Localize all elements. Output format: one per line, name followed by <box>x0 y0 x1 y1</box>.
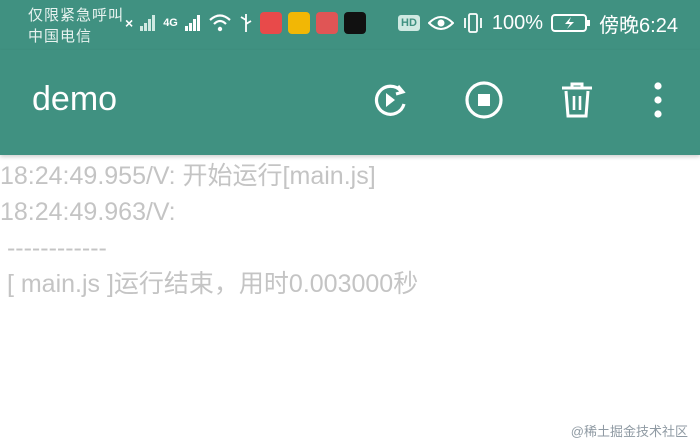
signal-icon <box>140 15 156 31</box>
delete-icon <box>562 82 592 118</box>
usb-icon <box>240 14 252 32</box>
signal-icon-2 <box>184 15 200 31</box>
battery-percent: 100% <box>491 11 544 34</box>
eye-icon <box>427 16 454 30</box>
battery-icon <box>551 14 591 32</box>
hd-icon: HD <box>398 15 420 31</box>
carrier-name: 中国电信 <box>28 28 93 45</box>
more-button[interactable] <box>636 78 680 122</box>
carrier-text: 仅限紧急呼叫 <box>28 7 125 24</box>
log-line: [ main.js ]运行结束，用时0.003000秒 <box>0 270 419 298</box>
console-log: 18:24:49.955/V: 开始运行[main.js] 18:24:49.9… <box>0 158 700 302</box>
tiktok-icon <box>343 12 366 34</box>
app-toolbar: demo <box>0 50 700 155</box>
watermark: @稀土掘金技术社区 <box>570 424 688 439</box>
rerun-button[interactable] <box>368 78 412 122</box>
stop-icon <box>465 81 503 119</box>
book-app-icon <box>315 12 338 34</box>
delete-button[interactable] <box>555 78 599 122</box>
app-icon <box>259 12 282 34</box>
app-title: demo <box>32 80 118 118</box>
weibo-icon <box>287 12 310 34</box>
log-line: ------------ <box>0 234 107 262</box>
status-bar: 仅限紧急呼叫 中国电信 × 4G HD 100% 傍晚6:24 <box>0 0 700 50</box>
rerun-icon <box>374 84 406 116</box>
close-icon: × <box>125 15 134 31</box>
clock: 傍晚6:24 <box>599 14 678 37</box>
log-line: 18:24:49.955/V: 开始运行[main.js] <box>0 162 376 190</box>
vibrate-icon <box>464 13 482 33</box>
network-type: 4G <box>163 17 178 29</box>
more-icon <box>654 82 662 118</box>
stop-button[interactable] <box>462 78 506 122</box>
log-line: 18:24:49.963/V: <box>0 198 176 226</box>
wifi-icon <box>209 14 231 32</box>
